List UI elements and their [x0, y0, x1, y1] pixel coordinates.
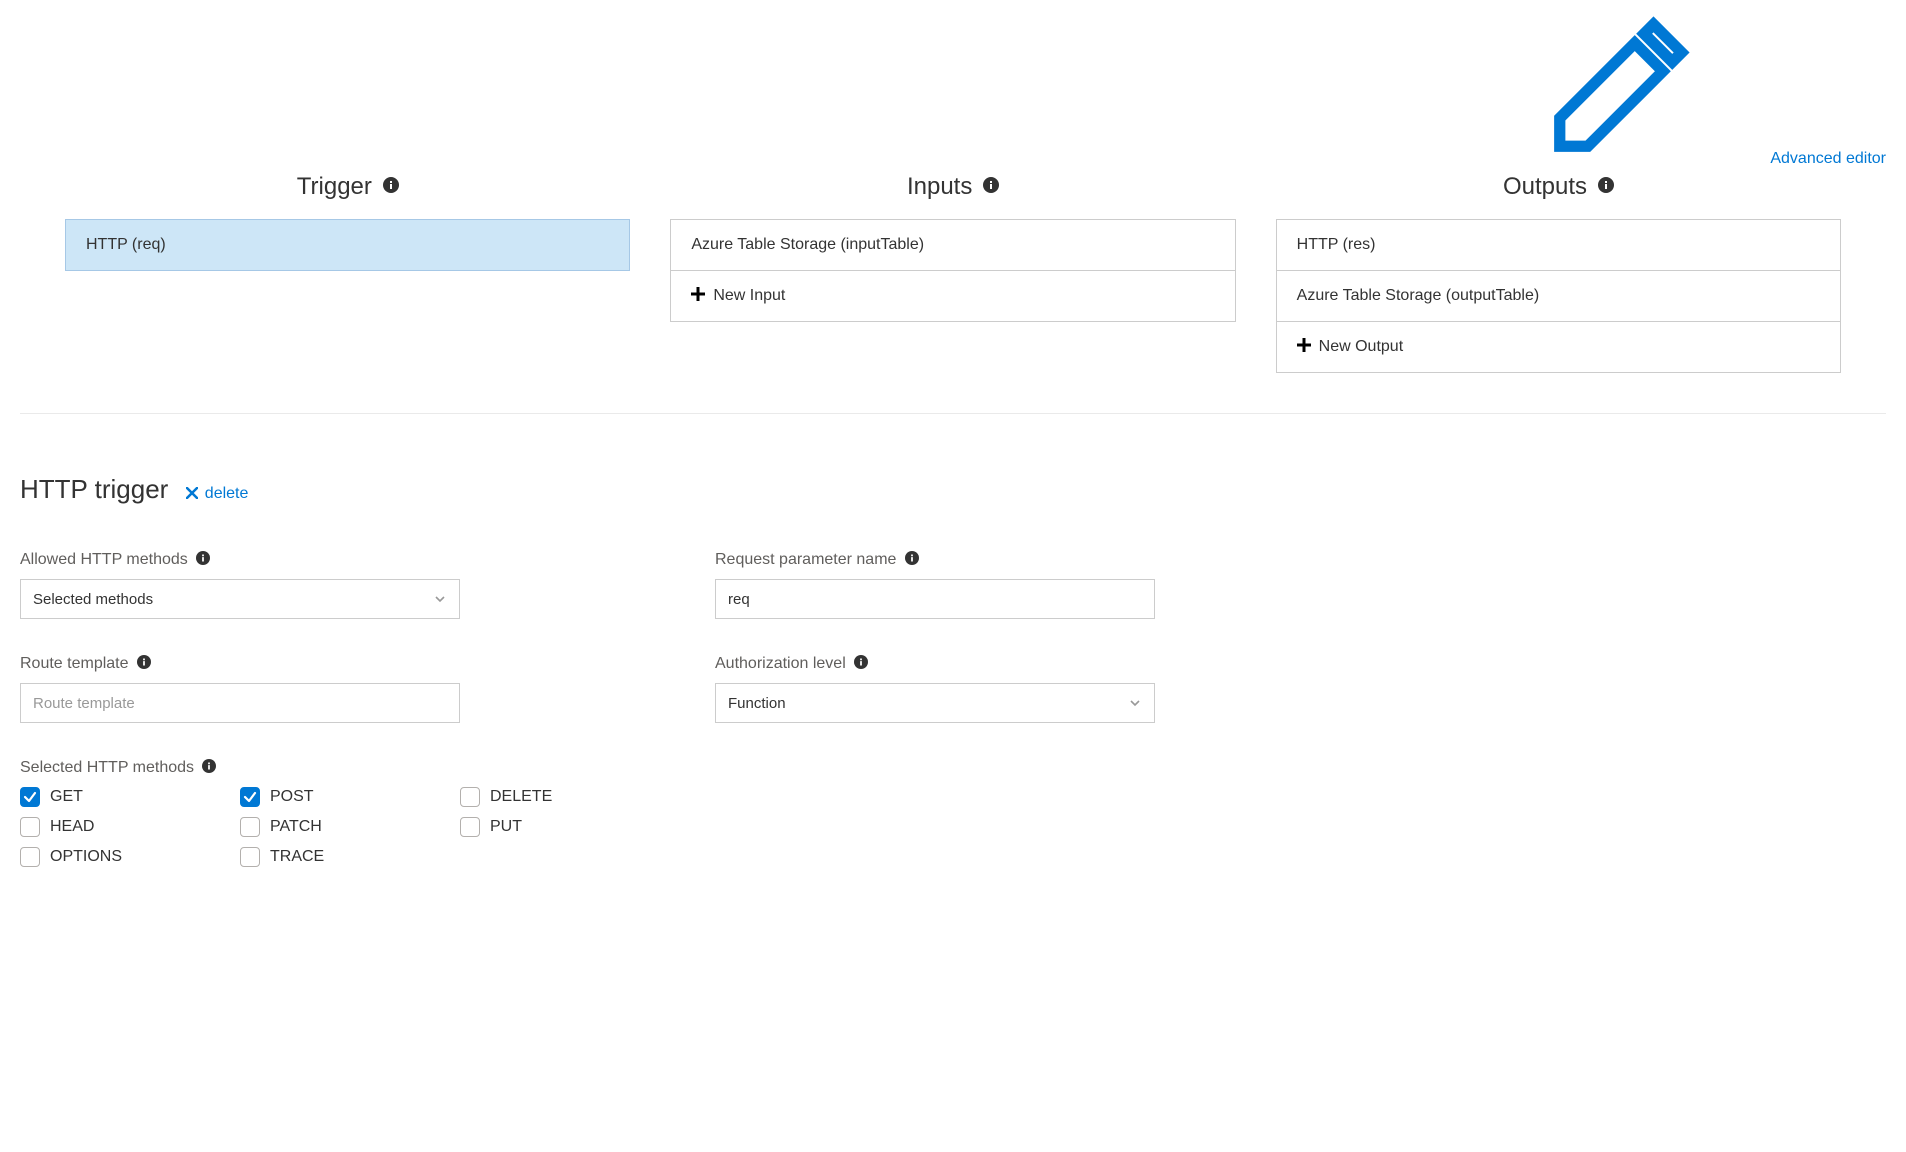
field-label: Authorization level: [715, 655, 1180, 673]
outputs-column: Outputs HTTP (res) Azure Table Storage (…: [1276, 172, 1841, 373]
section-divider: [20, 413, 1886, 414]
allowed-methods-label: Allowed HTTP methods: [20, 551, 188, 568]
selected-methods-section: Selected HTTP methods GET POST DELETE HEAD P…: [20, 759, 1886, 867]
info-icon[interactable]: [1598, 172, 1614, 188]
allowed-methods-field: Allowed HTTP methods Selected methods: [20, 551, 485, 619]
checkbox: [20, 817, 40, 837]
close-icon: [186, 487, 198, 499]
info-icon[interactable]: [196, 551, 210, 565]
method-label: GET: [50, 788, 83, 806]
info-icon[interactable]: [383, 172, 399, 188]
binding-item-label: Azure Table Storage (inputTable): [691, 236, 924, 253]
add-output-label: New Output: [1319, 338, 1403, 355]
add-input-label: New Input: [713, 287, 785, 304]
auth-level-field: Authorization level Function: [715, 655, 1180, 723]
info-icon[interactable]: [202, 759, 216, 773]
binding-item[interactable]: HTTP (res): [1276, 219, 1841, 271]
add-output-button[interactable]: New Output: [1276, 321, 1841, 373]
checkbox: [240, 847, 260, 867]
plus-icon: [1297, 338, 1311, 352]
inputs-binding-list: Azure Table Storage (inputTable) New Inp…: [670, 219, 1235, 322]
binding-item[interactable]: Azure Table Storage (outputTable): [1276, 270, 1841, 322]
method-checkbox-get[interactable]: GET: [20, 787, 240, 807]
checkbox: [240, 787, 260, 807]
detail-form: Allowed HTTP methods Selected methods Re…: [20, 551, 1180, 723]
trigger-header-label: Trigger: [297, 173, 372, 200]
method-checkbox-head[interactable]: HEAD: [20, 817, 240, 837]
route-template-input[interactable]: [20, 683, 460, 723]
method-checkbox-put[interactable]: PUT: [460, 817, 680, 837]
field-label: Allowed HTTP methods: [20, 551, 485, 569]
info-icon[interactable]: [854, 655, 868, 669]
info-icon[interactable]: [905, 551, 919, 565]
field-label: Selected HTTP methods: [20, 759, 1886, 777]
checkbox: [20, 787, 40, 807]
info-icon[interactable]: [137, 655, 151, 669]
field-label: Request parameter name: [715, 551, 1180, 569]
method-label: PATCH: [270, 818, 322, 836]
trigger-column: Trigger HTTP (req): [65, 172, 630, 373]
allowed-methods-value: Selected methods: [33, 591, 153, 608]
method-label: TRACE: [270, 848, 324, 866]
inputs-column-header: Inputs: [670, 172, 1235, 201]
outputs-header-label: Outputs: [1503, 173, 1587, 200]
request-param-label: Request parameter name: [715, 551, 896, 568]
bindings-columns: Trigger HTTP (req) Inputs Azure Table St…: [20, 172, 1886, 373]
trigger-column-header: Trigger: [65, 172, 630, 201]
checkbox: [240, 817, 260, 837]
info-icon[interactable]: [983, 172, 999, 188]
method-label: DELETE: [490, 788, 552, 806]
advanced-editor-link[interactable]: Advanced editor: [1466, 150, 1886, 167]
check-icon: [23, 790, 37, 804]
auth-level-value: Function: [728, 695, 786, 712]
method-checkbox-post[interactable]: POST: [240, 787, 460, 807]
method-checkbox-delete[interactable]: DELETE: [460, 787, 680, 807]
method-label: POST: [270, 788, 314, 806]
binding-item-label: Azure Table Storage (outputTable): [1297, 287, 1540, 304]
method-label: PUT: [490, 818, 522, 836]
auth-level-label: Authorization level: [715, 655, 846, 672]
method-checkbox-patch[interactable]: PATCH: [240, 817, 460, 837]
trigger-binding-list: HTTP (req): [65, 219, 630, 271]
checkbox: [460, 817, 480, 837]
route-template-field: Route template: [20, 655, 485, 723]
inputs-column: Inputs Azure Table Storage (inputTable) …: [670, 172, 1235, 373]
selected-methods-label: Selected HTTP methods: [20, 759, 194, 776]
edit-icon: [1466, 15, 1766, 165]
method-checkbox-trace[interactable]: TRACE: [240, 847, 460, 867]
field-label: Route template: [20, 655, 485, 673]
selected-methods-grid: GET POST DELETE HEAD PATCH PUT OPTIONS TRACE: [20, 787, 1886, 867]
auth-level-select[interactable]: Function: [715, 683, 1155, 723]
outputs-binding-list: HTTP (res) Azure Table Storage (outputTa…: [1276, 219, 1841, 373]
method-label: OPTIONS: [50, 848, 122, 866]
delete-label: delete: [205, 485, 249, 502]
route-template-label: Route template: [20, 655, 129, 672]
plus-icon: [691, 287, 705, 301]
binding-item-label: HTTP (res): [1297, 236, 1376, 253]
outputs-column-header: Outputs: [1276, 172, 1841, 201]
allowed-methods-select[interactable]: Selected methods: [20, 579, 460, 619]
chevron-down-icon: [433, 592, 447, 606]
checkbox: [20, 847, 40, 867]
delete-binding-link[interactable]: delete: [186, 485, 248, 503]
check-icon: [243, 790, 257, 804]
binding-item[interactable]: HTTP (req): [65, 219, 630, 271]
method-label: HEAD: [50, 818, 94, 836]
advanced-editor-label: Advanced editor: [1770, 150, 1886, 167]
request-param-input[interactable]: [715, 579, 1155, 619]
detail-header: HTTP trigger delete: [20, 474, 1886, 505]
add-input-button[interactable]: New Input: [670, 270, 1235, 322]
method-checkbox-options[interactable]: OPTIONS: [20, 847, 240, 867]
inputs-header-label: Inputs: [907, 173, 972, 200]
binding-item-label: HTTP (req): [86, 236, 166, 253]
request-param-field: Request parameter name: [715, 551, 1180, 619]
binding-item[interactable]: Azure Table Storage (inputTable): [670, 219, 1235, 271]
checkbox: [460, 787, 480, 807]
chevron-down-icon: [1128, 696, 1142, 710]
detail-title: HTTP trigger: [20, 474, 168, 505]
